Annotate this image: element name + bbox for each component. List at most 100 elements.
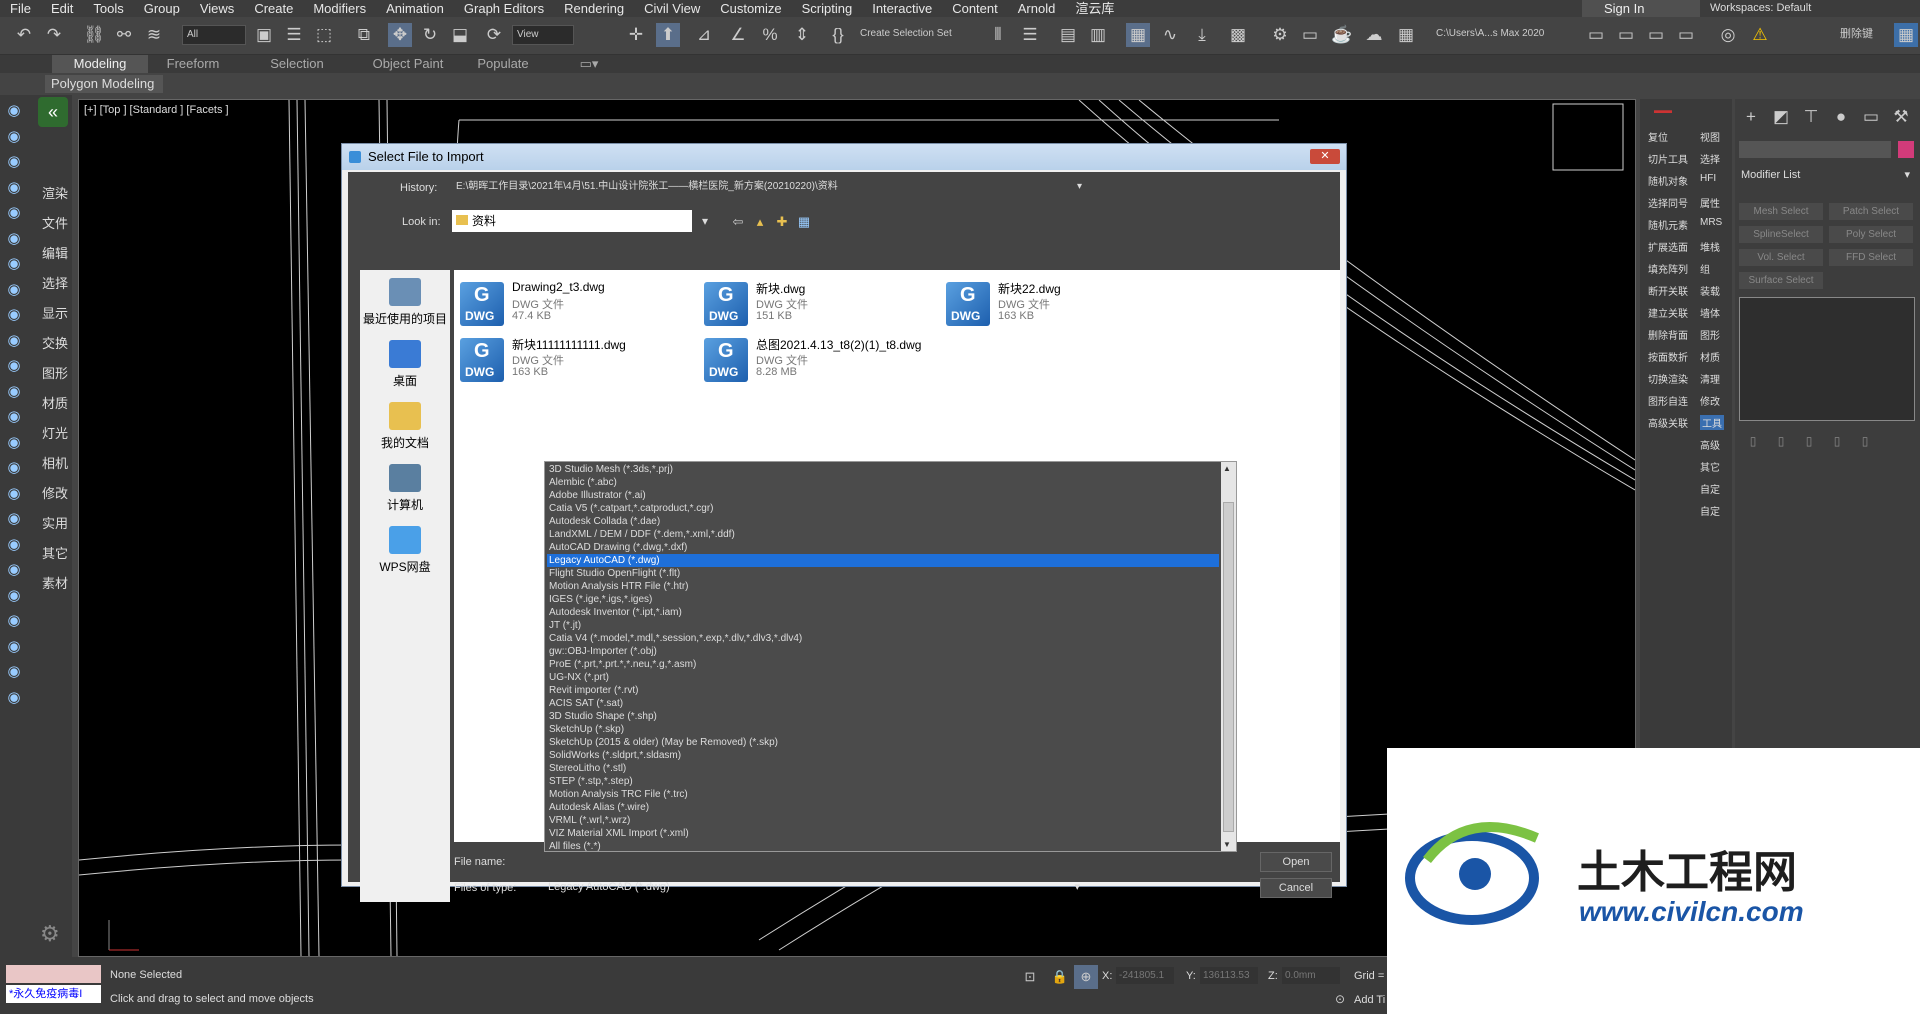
modifier-button-2[interactable]: SplineSelect [1739, 226, 1823, 243]
plugin-tool-b-0[interactable]: 视图 [1700, 129, 1720, 144]
gear-icon[interactable]: ◉ [4, 203, 24, 223]
undo-icon[interactable]: ↶ [12, 23, 36, 47]
angle-snap-icon[interactable]: ∠ [726, 23, 750, 47]
left-label-9[interactable]: 相机 [42, 453, 68, 472]
schematic-view-icon[interactable]: ⤓ [1190, 23, 1214, 47]
open-button[interactable]: Open [1260, 852, 1332, 872]
modifier-button-6[interactable]: Surface Select [1739, 272, 1823, 289]
file-item[interactable]: G DWG 新块11111111111.dwg DWG 文件 163 KB [460, 334, 700, 386]
left-label-8[interactable]: 灯光 [42, 423, 68, 442]
extra-tool-icon[interactable]: ▦ [1894, 23, 1918, 47]
plugin-logo-icon[interactable]: « [38, 97, 68, 127]
menu-11[interactable]: Customize [710, 0, 791, 17]
tab-2[interactable]: Selection [252, 55, 342, 73]
modifier-stack[interactable] [1739, 297, 1915, 421]
modifier-button-0[interactable]: Mesh Select [1739, 203, 1823, 220]
file-item[interactable]: G DWG 总图2021.4.13_t8(2)(1)_t8.dwg DWG 文件 8.2… [704, 334, 944, 386]
left-label-7[interactable]: 材质 [42, 393, 68, 412]
plugin-tool-b-17[interactable]: 自定 [1700, 503, 1720, 518]
back-icon[interactable]: ⇦ [726, 210, 750, 234]
align-icon[interactable]: ☰ [1018, 23, 1042, 47]
menu-0[interactable]: File [0, 0, 41, 17]
plugin-tool-a-5[interactable]: 扩展选面 [1648, 239, 1688, 254]
plugin-tool-a-10[interactable]: 按面数折 [1648, 349, 1688, 364]
file-type-option[interactable]: AutoCAD Drawing (*.dwg,*.dxf) [547, 541, 1219, 554]
plugin-tool-b-4[interactable]: MRS [1700, 217, 1722, 228]
select-by-name-icon[interactable]: ☰ [282, 23, 306, 47]
curve-editor-icon[interactable]: ∿ [1158, 23, 1182, 47]
file-item[interactable]: G DWG 新块.dwg DWG 文件 151 KB [704, 278, 944, 330]
hold-icon[interactable]: ▭ [1674, 23, 1698, 47]
plugin-tool-b-10[interactable]: 材质 [1700, 349, 1720, 364]
plugin-tool-a-0[interactable]: 复位 [1648, 129, 1668, 144]
unlink-icon[interactable]: ⚯ [112, 23, 136, 47]
plugin-tool-a-2[interactable]: 随机对象 [1648, 173, 1688, 188]
plugin-tool-a-3[interactable]: 选择同号 [1648, 195, 1688, 210]
display-tab-icon[interactable]: ▭ [1859, 105, 1883, 129]
clipboard-icon[interactable]: ◉ [4, 662, 24, 682]
mirror-icon[interactable]: ⫴ [986, 23, 1010, 47]
plugin-tool-a-11[interactable]: 切换渲染 [1648, 371, 1688, 386]
select-manipulate-icon[interactable]: ⬆ [656, 23, 680, 47]
plugin-tool-b-5[interactable]: 堆栈 [1700, 239, 1720, 254]
select-object-icon[interactable]: ▣ [252, 23, 276, 47]
recent-place[interactable]: 最近使用的项目 [360, 278, 450, 327]
plugin-tool-a-13[interactable]: 高级关联 [1648, 415, 1688, 430]
file-type-option[interactable]: Flight Studio OpenFlight (*.flt) [547, 567, 1219, 580]
files-of-type-dropdown[interactable]: Legacy AutoCAD (*.dwg) ▾ [544, 877, 1084, 897]
menu-13[interactable]: Interactive [862, 0, 942, 17]
sign-in-button[interactable]: Sign In [1582, 0, 1700, 17]
make-unique-icon[interactable]: ▯ [1797, 429, 1821, 453]
modifier-button-5[interactable]: FFD Select [1829, 249, 1913, 266]
object-color-swatch[interactable] [1898, 141, 1914, 158]
menu-16[interactable]: 渲云库 [1065, 0, 1124, 17]
isolate-icon[interactable]: ⊡ [1018, 965, 1042, 989]
selection-filter-dropdown[interactable]: All [182, 25, 246, 45]
file-type-option[interactable]: Legacy AutoCAD (*.dwg) [547, 554, 1219, 567]
pin-stack-icon[interactable]: ▯ [1741, 429, 1765, 453]
plugin-tool-b-3[interactable]: 属性 [1700, 195, 1720, 210]
file-type-option[interactable]: Motion Analysis HTR File (*.htr) [547, 580, 1219, 593]
workspaces[interactable]: Workspaces: Default [1710, 0, 1811, 17]
viewport-label[interactable]: [+] [Top ] [Standard ] [Facets ] [84, 104, 229, 116]
wps-cloud-place[interactable]: WPS网盘 [360, 526, 450, 575]
project-path-dropdown[interactable]: C:\Users\A...s Max 2020 [1432, 25, 1572, 45]
open-scene-icon[interactable]: ▭ [1644, 23, 1668, 47]
file-type-option[interactable]: 3D Studio Shape (*.shp) [547, 710, 1219, 723]
file-type-option[interactable]: UG-NX (*.prt) [547, 671, 1219, 684]
move-icon[interactable]: ✥ [388, 23, 412, 47]
material-editor-icon[interactable]: ▩ [1226, 23, 1250, 47]
history-dropdown[interactable]: E:\朝晖工作目录\2021年\4月\51.中山设计院张工——横栏医院_新方案(… [452, 177, 1082, 197]
hierarchy-tab-icon[interactable]: ⊤ [1799, 105, 1823, 129]
plugin-tool-b-8[interactable]: 墙体 [1700, 305, 1720, 320]
menu-15[interactable]: Arnold [1008, 0, 1066, 17]
scroll-down-icon[interactable]: ▼ [1223, 840, 1231, 849]
file-type-option[interactable]: 3D Studio Mesh (*.3ds,*.prj) [547, 463, 1219, 476]
file-type-option[interactable]: Adobe Illustrator (*.ai) [547, 489, 1219, 502]
plugin-tool-b-14[interactable]: 高级 [1700, 437, 1720, 452]
plugin-tool-b-2[interactable]: HFI [1700, 173, 1716, 184]
file-type-option[interactable]: All files (*.*) [547, 840, 1219, 853]
ribbon-options-icon[interactable]: ▭▾ [574, 55, 604, 73]
modifier-button-4[interactable]: Vol. Select [1739, 249, 1823, 266]
character-icon[interactable]: ◉ [4, 484, 24, 504]
show-end-icon[interactable]: ▯ [1769, 429, 1793, 453]
remove-modifier-icon[interactable]: ▯ [1825, 429, 1849, 453]
utilities-tab-icon[interactable]: ⚒ [1889, 105, 1913, 129]
file-type-option[interactable]: StereoLitho (*.stl) [547, 762, 1219, 775]
left-label-11[interactable]: 实用 [42, 513, 68, 532]
file-type-option[interactable]: Catia V5 (*.catpart,*.catproduct,*.cgr) [547, 502, 1219, 515]
file-type-option[interactable]: Revit importer (*.rvt) [547, 684, 1219, 697]
file-type-option[interactable]: Catia V4 (*.model,*.mdl,*.session,*.exp,… [547, 632, 1219, 645]
scroll-up-icon[interactable]: ▲ [1223, 464, 1231, 473]
computer-place[interactable]: 计算机 [360, 464, 450, 513]
absolute-mode-icon[interactable]: ⊕ [1074, 965, 1098, 989]
plugin-icon[interactable]: ◎ [1716, 23, 1740, 47]
help-icon[interactable]: ◉ [4, 688, 24, 708]
plugin-tool-a-1[interactable]: 切片工具 [1648, 151, 1688, 166]
file-item[interactable]: G DWG 新块22.dwg DWG 文件 163 KB [946, 278, 1186, 330]
window-crossing-icon[interactable]: ⧉ [352, 23, 376, 47]
list-scrollbar[interactable]: ▲ ▼ [1221, 462, 1236, 851]
globe-icon[interactable]: ◉ [4, 560, 24, 580]
left-label-12[interactable]: 其它 [42, 543, 68, 562]
